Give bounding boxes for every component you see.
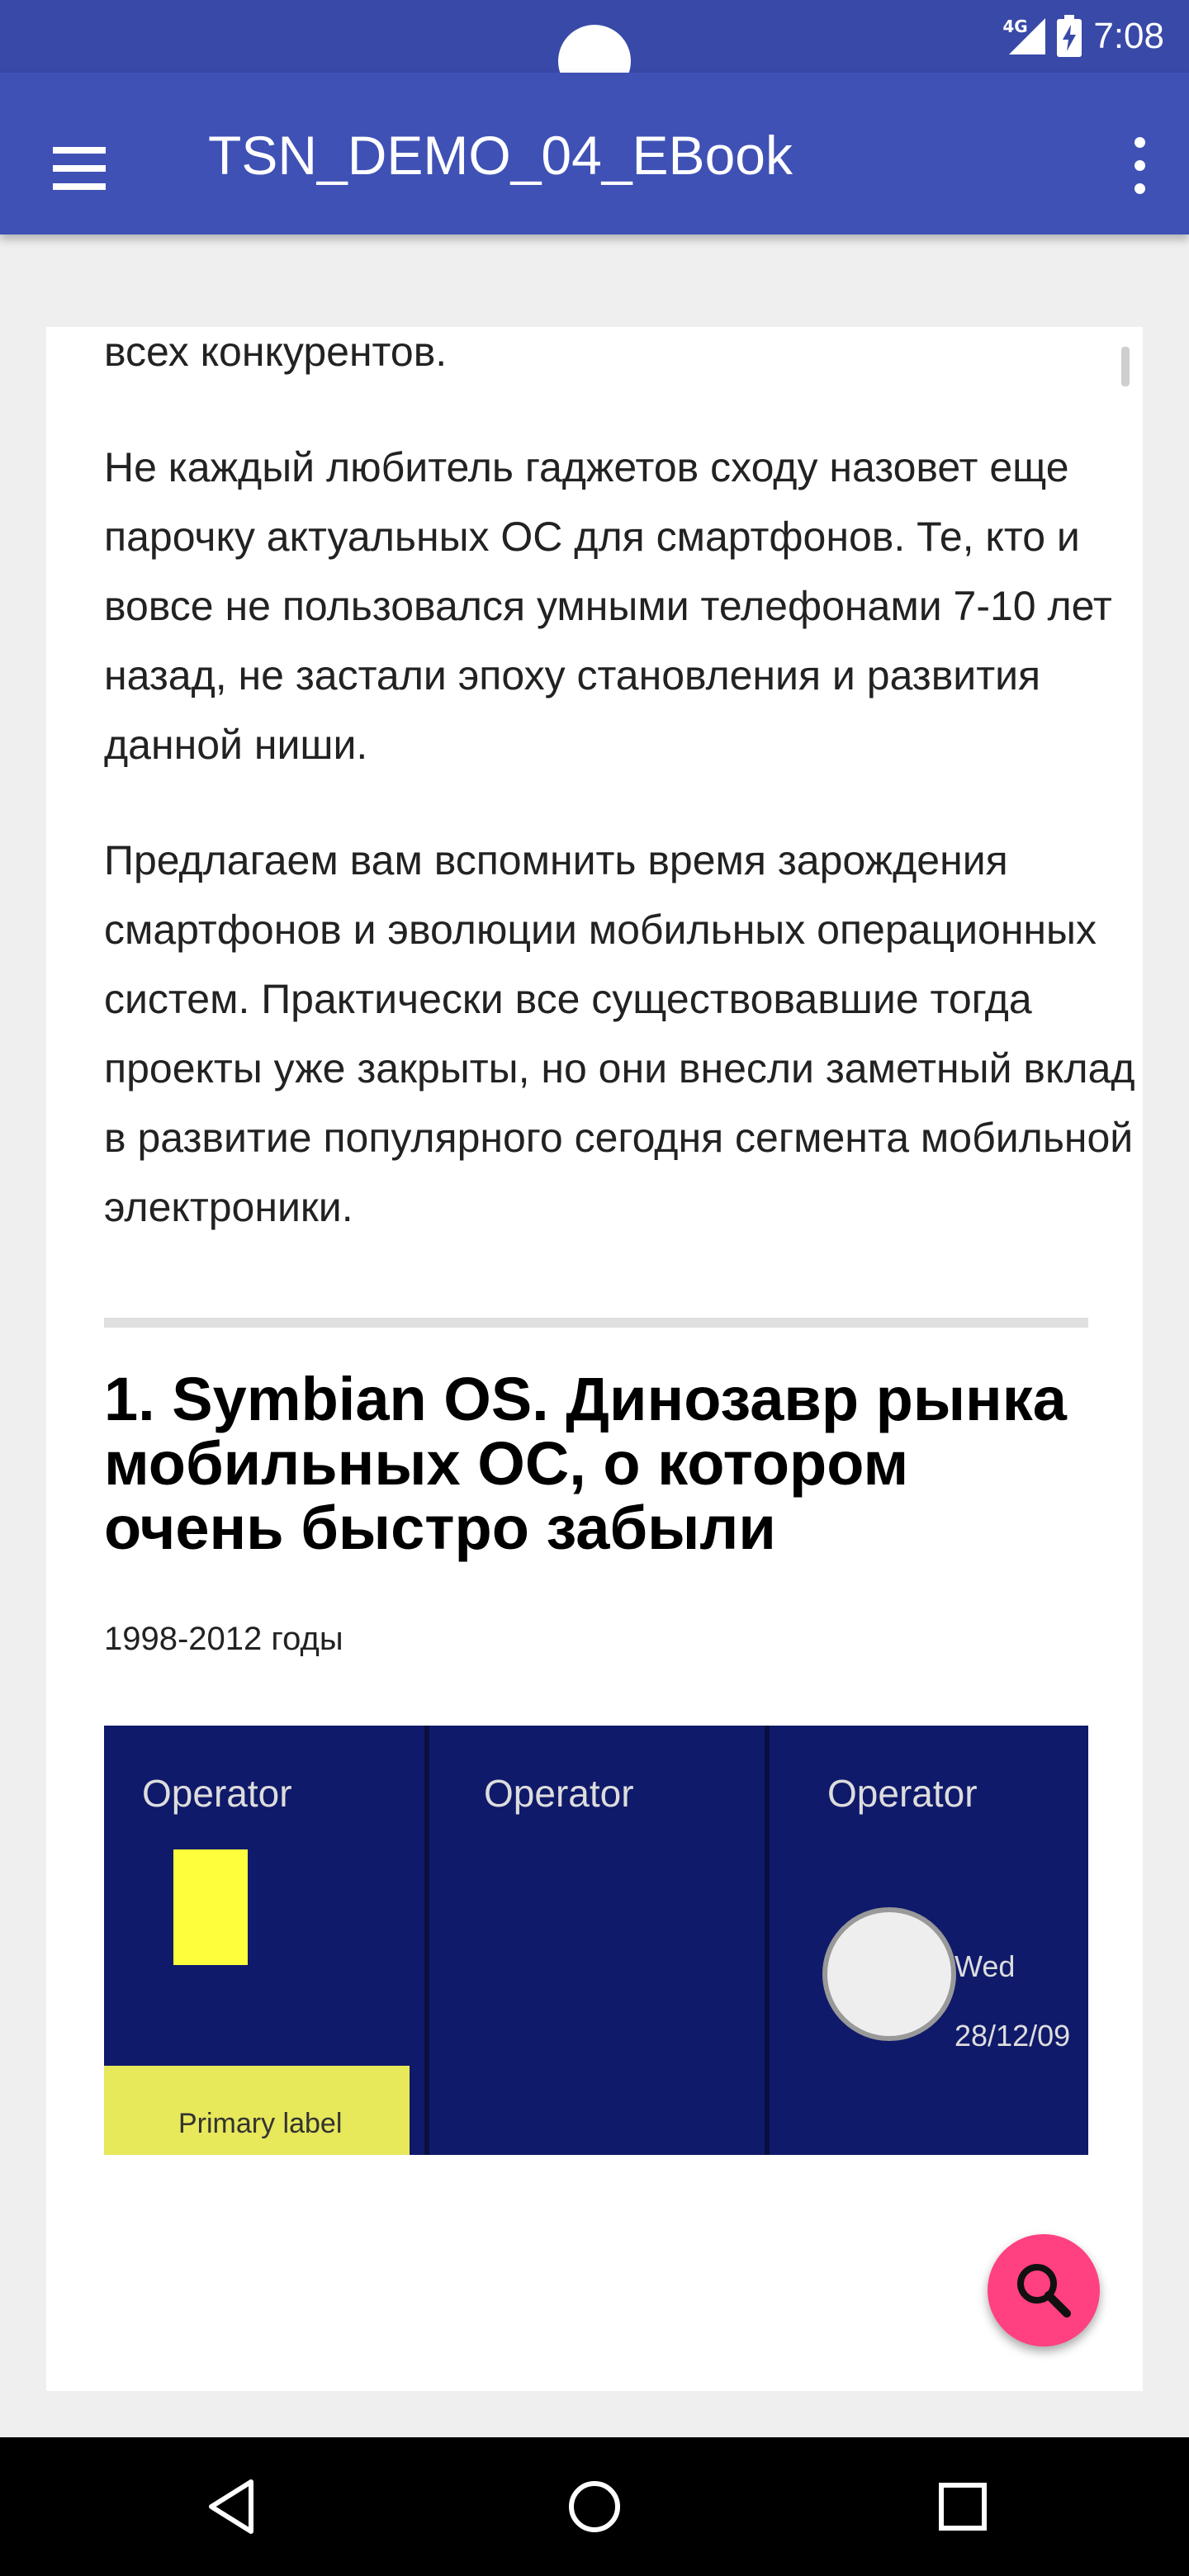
battery-charging-icon [1057, 15, 1082, 58]
operator-label: Operator [827, 1772, 978, 1815]
operator-label: Operator [484, 1772, 634, 1815]
home-icon[interactable] [555, 2467, 634, 2546]
image-divider [765, 1726, 770, 2155]
navigation-bar [0, 2437, 1189, 2576]
article-card[interactable]: всех конкурентов. Не каждый любитель гад… [46, 327, 1143, 2391]
search-fab[interactable] [988, 2234, 1100, 2346]
paragraph-3: Предлагаем вам вспомнить время зарождени… [104, 837, 1135, 1230]
more-vert-icon[interactable] [1123, 125, 1156, 205]
image-divider [424, 1726, 429, 2155]
section-dates: 1998-2012 годы [104, 1621, 343, 1657]
app-bar: TSN_DEMO_04_EBook [0, 73, 1189, 234]
section-divider [104, 1318, 1088, 1328]
contact-tile [173, 1849, 248, 1965]
recents-icon[interactable] [923, 2467, 1002, 2546]
clock-icon [822, 1907, 956, 2041]
article-content: всех конкурентов. Не каждый любитель гад… [104, 327, 1136, 2155]
paragraph-1: всех конкурентов. [104, 329, 448, 375]
app-title: TSN_DEMO_04_EBook [208, 125, 793, 186]
status-time: 7:08 [1093, 16, 1164, 56]
clock-date: Wed 28/12/09 [955, 1949, 1071, 2053]
back-icon[interactable] [193, 2467, 272, 2546]
operator-label: Operator [142, 1772, 292, 1815]
status-icons: 4G 7:08 [1002, 0, 1164, 73]
network-type: 4G [1002, 17, 1028, 36]
section-heading: 1. Symbian OS. Динозавр рынка мобильных … [104, 1365, 1067, 1562]
signal-icon: 4G [1002, 15, 1046, 58]
primary-label: Primary label [178, 2108, 343, 2139]
search-icon [1017, 2264, 1071, 2318]
symbian-screenshot-image: Operator Operator Operator Primary label… [104, 1726, 1088, 2155]
menu-icon[interactable] [40, 132, 112, 205]
paragraph-2: Не каждый любитель гаджетов сходу назове… [104, 444, 1112, 768]
